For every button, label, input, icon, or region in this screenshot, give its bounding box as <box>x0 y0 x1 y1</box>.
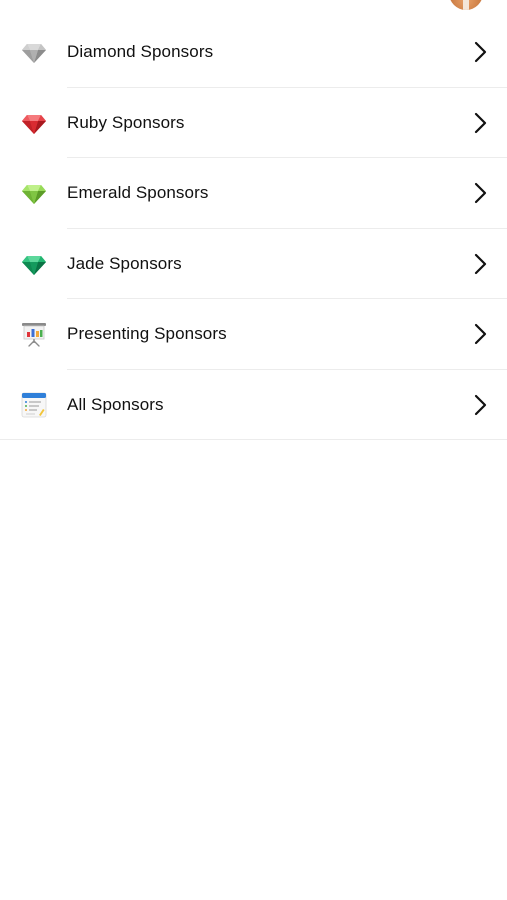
top-strip <box>0 0 507 18</box>
diamond-gem-icon <box>19 37 49 67</box>
list-item-emerald-sponsors[interactable]: Emerald Sponsors <box>0 158 507 229</box>
list-item-diamond-sponsors[interactable]: Diamond Sponsors <box>0 17 507 88</box>
list-item-label: All Sponsors <box>67 394 164 414</box>
chevron-right-icon <box>473 112 487 134</box>
list-item-label: Jade Sponsors <box>67 253 182 273</box>
list-item-all-sponsors[interactable]: All Sponsors <box>0 370 507 441</box>
chevron-right-icon <box>473 41 487 63</box>
list-document-icon <box>19 390 49 420</box>
list-item-ruby-sponsors[interactable]: Ruby Sponsors <box>0 88 507 159</box>
list-item-label: Emerald Sponsors <box>67 183 209 203</box>
presentation-board-icon <box>19 319 49 349</box>
chevron-right-icon <box>473 323 487 345</box>
list-item-label: Diamond Sponsors <box>67 42 214 62</box>
avatar[interactable] <box>449 0 483 10</box>
chevron-right-icon <box>473 394 487 416</box>
chevron-right-icon <box>473 253 487 275</box>
list-item-presenting-sponsors[interactable]: Presenting Sponsors <box>0 299 507 370</box>
jade-gem-icon <box>19 249 49 279</box>
emerald-gem-icon <box>19 178 49 208</box>
list-item-jade-sponsors[interactable]: Jade Sponsors <box>0 229 507 300</box>
chevron-right-icon <box>473 182 487 204</box>
list-item-label: Presenting Sponsors <box>67 324 227 344</box>
ruby-gem-icon <box>19 108 49 138</box>
sponsor-category-list: Diamond Sponsors Ruby Sponsors Emerald S… <box>0 17 507 440</box>
list-item-label: Ruby Sponsors <box>67 112 185 132</box>
